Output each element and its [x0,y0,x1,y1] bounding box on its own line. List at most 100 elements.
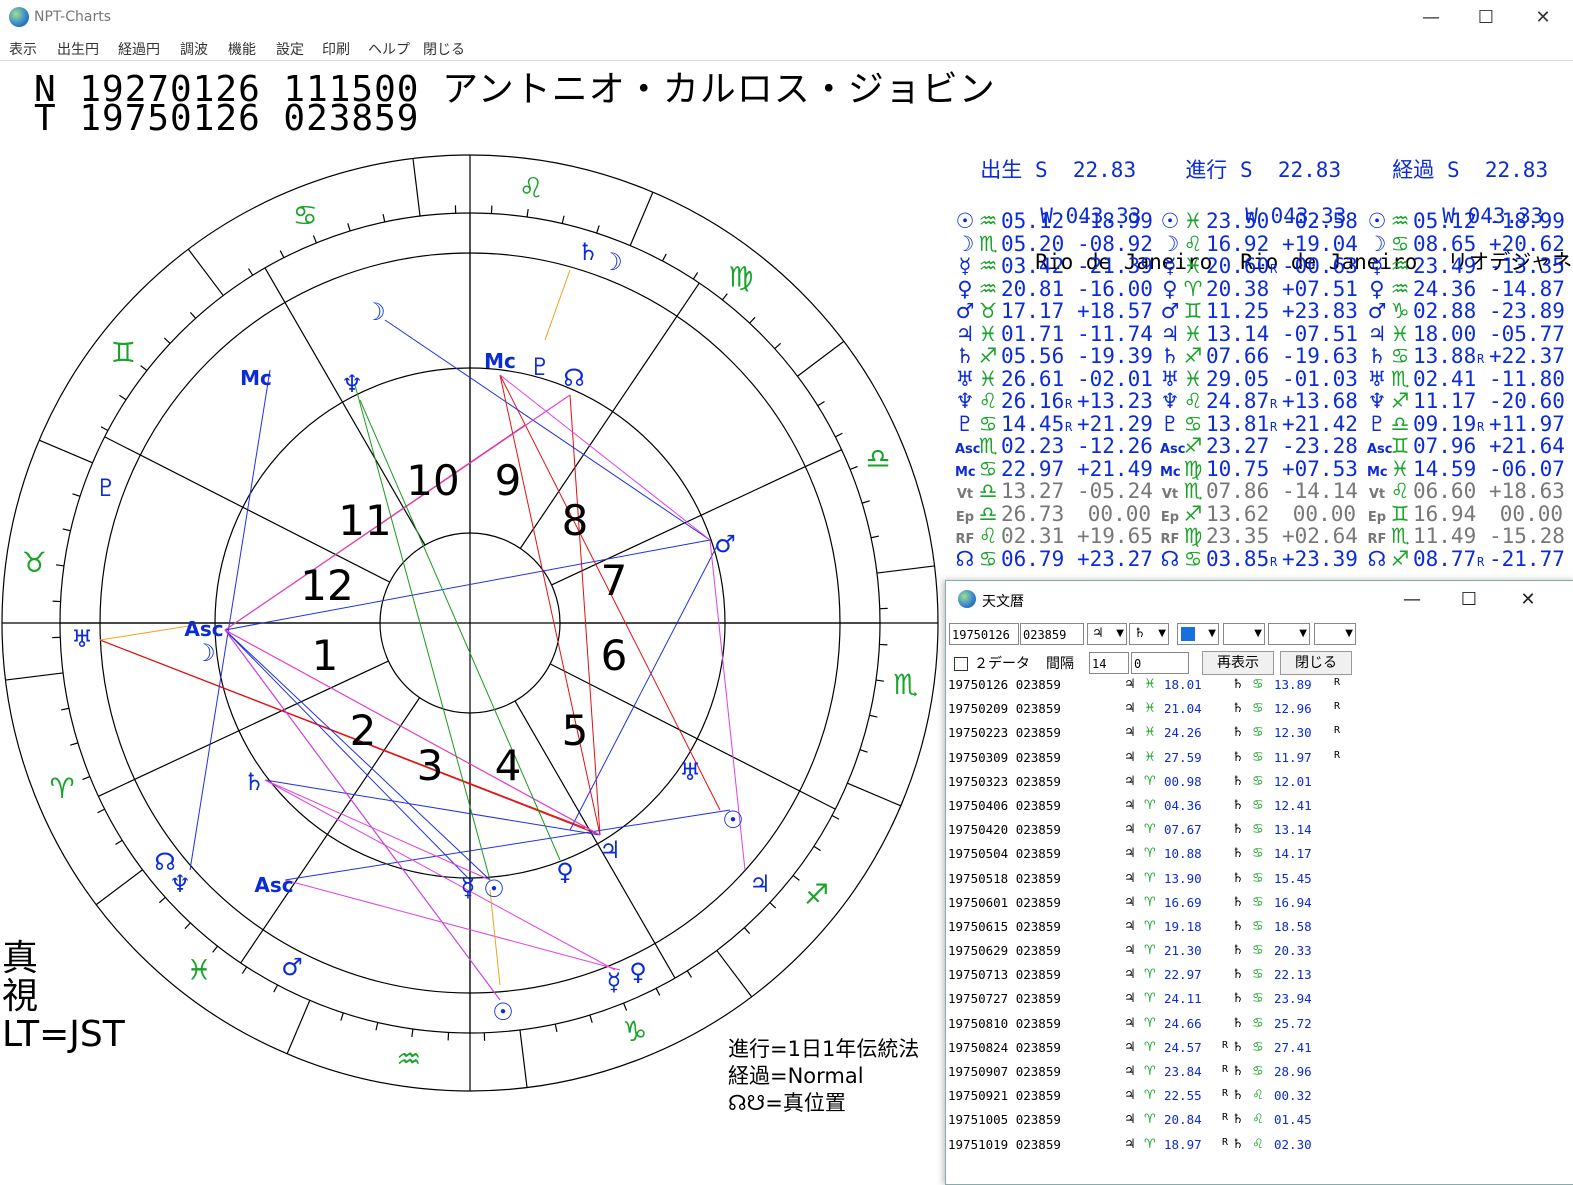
jupiter-icon: ♃ [1124,895,1136,910]
minimize-button[interactable]: — [1408,4,1454,32]
sign-icon: ♈ [1144,1112,1156,1127]
degree-value: 05.20 [1001,233,1065,256]
sign-icon: ♐ [975,345,1001,368]
sign-icon: ♋ [975,458,1001,481]
sign-icon: ♓ [975,368,1001,391]
time-input[interactable]: 023859 [1020,623,1084,645]
saturn-degree: 13.14 [1274,822,1312,837]
redisplay-button[interactable]: 再表示 [1202,651,1274,675]
degree-value: 05.12 [1413,210,1477,233]
saturn-degree: 12.30 [1274,725,1312,740]
option-select-1[interactable]: ▼ [1223,623,1265,645]
menu-print[interactable]: 印刷 [322,39,350,59]
jupiter-degree: 23.84 [1164,1064,1202,1079]
close-button[interactable]: ✕ [1520,4,1566,32]
ephemeris-minimize-button[interactable]: — [1392,586,1432,614]
date-input[interactable]: 19750126 [949,623,1019,645]
menu-harmonics[interactable]: 調波 [180,39,208,59]
menu-functions[interactable]: 機能 [228,39,256,59]
planet-icon: ♄ [1160,345,1180,368]
ephemeris-close-button[interactable]: ✕ [1508,586,1548,614]
house-number: 7 [601,556,628,605]
degree-value: 05.12 [1001,210,1065,233]
sign-spoke [877,566,935,573]
jupiter-icon: ♃ [1124,1088,1136,1103]
position-row: Asc♊07.96+21.64 [1367,435,1563,458]
position-row: ♇♋14.45R+21.29 [955,413,1151,436]
jupiter-degree: 21.30 [1164,943,1202,958]
declination-value: +07.53 [1282,458,1356,481]
sign-icon: ♈ [1144,1064,1156,1079]
degree-value: 08.65 [1413,233,1477,256]
planet-icon: ♂ [955,300,975,323]
natal-sun-icon: ☉ [722,806,744,834]
degree-value: 29.05 [1206,368,1270,391]
menu-settings[interactable]: 設定 [276,39,304,59]
interval-input[interactable]: 14 [1089,652,1129,674]
ephemeris-datetime: 19751019 023859 [948,1137,1061,1152]
jupiter-icon: ♃ [1124,774,1136,789]
ephemeris-datetime: 19750309 023859 [948,750,1061,765]
zodiac-sign-icon: ♒ [396,1043,421,1076]
sign-spoke [630,192,653,245]
planet-icon: ☊ [1367,548,1387,571]
sign-icon: ♋ [1387,345,1413,368]
option-select-3[interactable]: ▼ [1314,623,1356,645]
zodiac-sign-icon: ♑ [622,1015,647,1048]
saturn-icon: ♄ [1232,1040,1244,1055]
sign-icon: ♋ [1252,774,1264,789]
house-number: 9 [495,456,522,505]
sign-icon: ♏ [1387,368,1413,391]
degree-tick [190,312,195,318]
retrograde-flag: R [1222,1088,1228,1099]
retrograde-flag: R [1222,1064,1228,1075]
menu-help[interactable]: ヘルプ [368,39,410,59]
progressed-venus-icon: ♀ [556,858,574,886]
saturn-degree: 12.96 [1274,701,1312,716]
progressed-asc-icon: Asc [254,873,293,897]
sign-icon: ♐ [1387,548,1413,571]
degree-tick [61,708,69,710]
menu-view[interactable]: 表示 [9,39,37,59]
two-data-checkbox[interactable] [954,657,968,671]
menu-natal[interactable]: 出生円 [57,39,99,59]
interval-input-2[interactable]: 0 [1131,652,1189,674]
jupiter-degree: 24.26 [1164,725,1202,740]
position-row: ♆♌26.16R+13.23 [955,390,1151,413]
planet2-select[interactable]: ♄▼ [1129,623,1169,645]
degree-value: 16.94 [1413,503,1477,526]
position-row: ☉♒05.12-18.99 [1367,210,1563,233]
jupiter-degree: 24.57 [1164,1040,1202,1055]
sign-icon: ♋ [1252,991,1264,1006]
sign-icon: ♐ [1387,390,1413,413]
maximize-button[interactable]: ☐ [1463,4,1509,32]
sign-icon: ♒ [975,255,1001,278]
jupiter-icon: ♃ [1124,871,1136,886]
close-ephemeris-button[interactable]: 閉じる [1280,651,1352,675]
planet1-select[interactable]: ♃▼ [1087,623,1127,645]
degree-value: 24.87 [1206,390,1270,413]
degree-tick [597,225,599,233]
planet-icon: ♅ [1160,368,1180,391]
degree-value: 22.97 [1001,458,1065,481]
degree-value: 20.38 [1206,278,1270,301]
color-swatch [1181,627,1195,641]
sign-icon: ♌ [975,390,1001,413]
ephemeris-maximize-button[interactable]: ☐ [1449,586,1489,614]
ephemeris-datetime: 19751005 023859 [948,1112,1061,1127]
jupiter-icon: ♃ [1124,1040,1136,1055]
menu-close[interactable]: 閉じる [423,39,465,59]
sign-spoke [287,1000,310,1053]
saturn-icon: ♄ [1232,943,1244,958]
option-select-2[interactable]: ▼ [1268,623,1310,645]
position-row: ♀♒20.81-16.00 [955,278,1151,301]
saturn-icon: ♄ [1232,871,1244,886]
menu-transit[interactable]: 経過円 [118,39,160,59]
color-select[interactable]: ▼ [1177,623,1219,645]
position-row: RF♍23.35+02.64 [1160,525,1356,548]
degree-tick [562,216,564,224]
sign-icon: ♋ [1252,701,1264,716]
retrograde-flag: R [1222,1137,1228,1148]
saturn-degree: 25.72 [1274,1016,1312,1031]
sign-icon: ♓ [1180,323,1206,346]
